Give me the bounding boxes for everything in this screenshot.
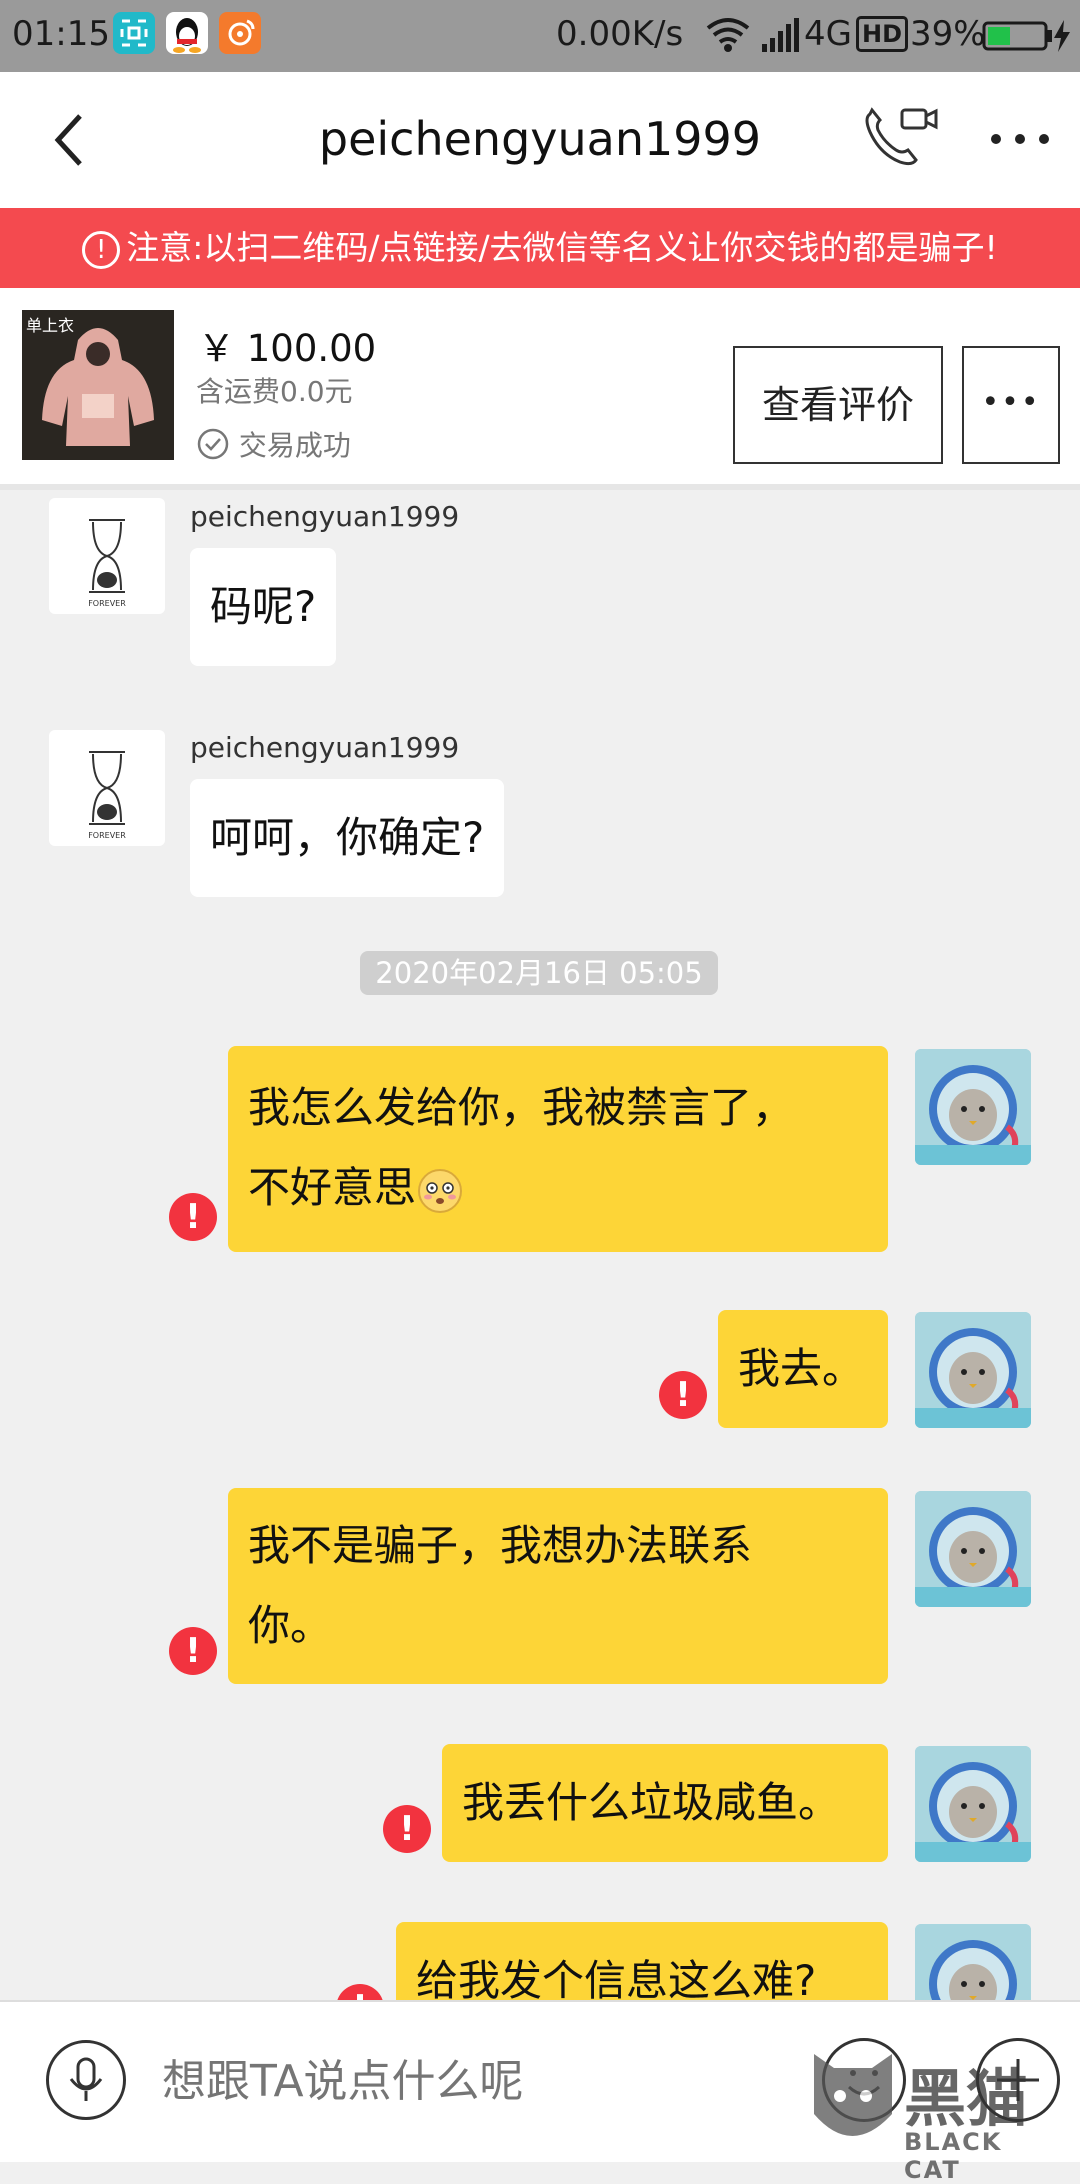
hd-badge: HD <box>856 16 909 52</box>
watermark-text: 黑猫 <box>904 2062 1029 2135</box>
send-failed-icon[interactable]: ! <box>383 1805 431 1853</box>
view-review-button[interactable]: 查看评价 <box>733 346 943 464</box>
message-bubble[interactable]: 我丢什么垃圾咸鱼。 <box>442 1744 888 1862</box>
input-bar: 黑猫 BLACK CAT <box>0 2000 1080 2184</box>
message-line: 不好意思 <box>248 1148 868 1228</box>
message-input[interactable] <box>160 2040 784 2122</box>
trade-status-text: 交易成功 <box>238 429 351 462</box>
battery-icon <box>982 20 1056 61</box>
send-failed-icon[interactable]: ! <box>169 1193 217 1241</box>
message-line: 我怎么发给你，我被禁言了， <box>248 1083 795 1132</box>
product-image[interactable]: 单上衣 <box>22 310 174 460</box>
message-bubble[interactable]: 我怎么发给你，我被禁言了， 不好意思 <box>228 1046 888 1252</box>
product-more-button[interactable]: ••• <box>962 346 1060 464</box>
svg-text:FOREVER: FOREVER <box>88 831 126 840</box>
warning-icon: ! <box>82 230 121 269</box>
message-bubble[interactable]: 呵呵，你确定? <box>190 779 505 897</box>
scam-warning-banner: ! 注意:以扫二维码/点链接/去微信等名义让你交钱的都是骗子! <box>0 208 1080 288</box>
avatar[interactable] <box>915 1049 1031 1165</box>
signal-icon <box>760 16 800 63</box>
message-bubble[interactable]: 我不是骗子，我想办法联系 你。 <box>228 1488 888 1684</box>
status-time: 01:15 <box>12 14 110 54</box>
weibo-icon <box>219 12 261 54</box>
product-price: ￥ 100.00 <box>198 327 377 370</box>
microphone-icon <box>69 2057 103 2101</box>
watermark-subtext: BLACK CAT <box>904 2128 1003 2184</box>
voice-input-button[interactable] <box>46 2040 126 2120</box>
screenshot-icon <box>113 12 155 54</box>
message-bubble[interactable]: 我去。 <box>718 1310 888 1428</box>
send-failed-icon[interactable]: ! <box>169 1627 217 1675</box>
svg-text:FOREVER: FOREVER <box>88 599 126 608</box>
network-speed: 0.00K/s <box>556 14 684 54</box>
black-cat-logo-icon <box>814 2054 892 2136</box>
status-bar: 01:15 0.00K/s 4G HD 39% <box>0 0 1080 72</box>
product-shipping: 含运费0.0元 <box>196 375 353 408</box>
video-call-icon[interactable] <box>860 102 940 172</box>
battery-percent: 39% <box>910 14 986 54</box>
message-line: 我不是骗子，我想办法联系 <box>248 1521 753 1570</box>
send-failed-icon[interactable]: ! <box>659 1371 707 1419</box>
product-card[interactable]: 单上衣 ￥ 100.00 含运费0.0元 交易成功 查看评价 ••• <box>0 288 1080 490</box>
message-line: 你。 <box>248 1601 333 1650</box>
product-image-caption: 单上衣 <box>26 316 75 335</box>
message-bubble[interactable]: 码呢? <box>190 548 337 666</box>
network-type: 4G <box>804 14 852 54</box>
avatar[interactable] <box>915 1746 1031 1862</box>
avatar[interactable]: FOREVER <box>49 730 165 846</box>
more-icon[interactable] <box>986 124 1056 154</box>
charging-icon <box>1050 18 1074 63</box>
qq-icon <box>166 12 208 54</box>
avatar[interactable]: FOREVER <box>49 498 165 614</box>
warning-text: 注意:以扫二维码/点链接/去微信等名义让你交钱的都是骗子! <box>126 228 998 267</box>
avatar[interactable] <box>915 1491 1031 1607</box>
nav-bar: peichengyuan1999 <box>0 72 1080 208</box>
flushed-emoji-icon <box>418 1168 463 1213</box>
avatar[interactable] <box>915 1312 1031 1428</box>
black-cat-watermark: 黑猫 BLACK CAT <box>808 2046 1068 2184</box>
check-circle-icon <box>197 428 229 460</box>
timestamp-label: 2020年02月16日 05:05 <box>360 951 718 995</box>
sender-name: peichengyuan1999 <box>190 731 460 764</box>
wifi-icon <box>704 14 752 63</box>
trade-status: 交易成功 <box>196 424 351 464</box>
sender-name: peichengyuan1999 <box>190 500 460 533</box>
message-line-text: 不好意思 <box>248 1163 417 1212</box>
